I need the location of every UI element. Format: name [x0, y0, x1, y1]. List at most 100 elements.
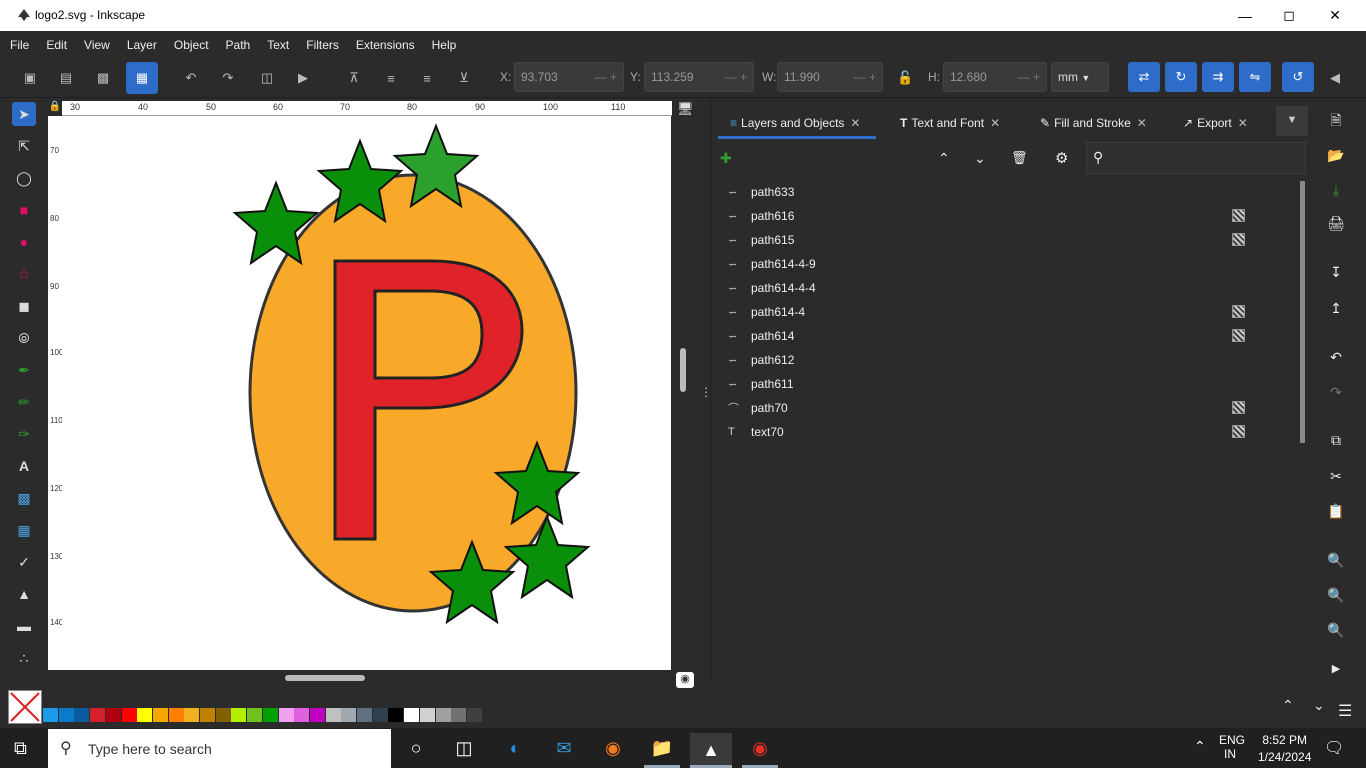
object-row[interactable]: Ttext70 [714, 420, 1304, 444]
cortana-icon[interactable]: ○ [398, 733, 434, 763]
color-swatch[interactable] [372, 708, 388, 722]
tabs-overflow-icon[interactable]: ▼ [1276, 106, 1308, 136]
menu-file[interactable]: File [10, 38, 29, 52]
scale-stroke-icon[interactable]: ⇄ [1128, 62, 1160, 92]
menu-path[interactable]: Path [226, 38, 251, 52]
redo-icon[interactable]: ↷ [1324, 380, 1348, 404]
tab-text-and-font[interactable]: T Text and Font ✕ [900, 110, 1000, 136]
transform-icon[interactable]: ↺ [1282, 62, 1314, 92]
no-paint-swatch[interactable] [8, 690, 42, 724]
y-field[interactable]: 113.259— + [644, 62, 754, 92]
commands-overflow-icon[interactable]: ▶ [1324, 656, 1348, 680]
palette-scroll-down-icon[interactable]: ⌄ [1313, 697, 1325, 714]
menu-text[interactable]: Text [267, 38, 289, 52]
language-indicator[interactable]: ENG IN [1219, 733, 1245, 761]
hidden-toggle-icon[interactable] [1232, 401, 1245, 414]
search-input[interactable]: ⚲ [1086, 142, 1306, 174]
toolbar-overflow-icon[interactable]: ◀ [1322, 66, 1348, 90]
color-swatch[interactable] [121, 708, 137, 722]
lower-to-bottom-icon[interactable]: ⊻ [451, 66, 477, 90]
copy-icon[interactable]: ⧉ [1324, 428, 1348, 452]
touch-select-icon[interactable]: ▦ [126, 62, 158, 94]
minimize-button[interactable]: — [1222, 0, 1268, 31]
object-row[interactable]: ∽ path616 [714, 204, 1304, 228]
move-gradients-icon[interactable]: ⇉ [1202, 62, 1234, 92]
print-icon[interactable]: 🖨 [1324, 211, 1348, 235]
objects-list-scrollbar[interactable] [1300, 181, 1305, 443]
notifications-icon[interactable]: 🗨 [1324, 738, 1344, 758]
color-swatch[interactable] [152, 708, 168, 722]
rotate-ccw-icon[interactable]: ↶ [178, 66, 204, 90]
lower-icon[interactable]: ≡ [414, 66, 440, 90]
color-swatch[interactable] [200, 708, 215, 722]
palette-menu-icon[interactable]: ☰ [1338, 701, 1352, 721]
rotate-cw-icon[interactable]: ↷ [215, 66, 241, 90]
object-row[interactable]: ∽ path614 [714, 324, 1304, 348]
menu-object[interactable]: Object [174, 38, 209, 52]
color-swatch[interactable] [90, 708, 106, 722]
undo-icon[interactable]: ↶ [1324, 345, 1348, 369]
spiral-tool-icon[interactable]: ⦾ [12, 326, 36, 350]
color-swatch[interactable] [58, 708, 74, 722]
file-explorer-icon[interactable]: 📁 [644, 733, 680, 763]
pencil-tool-icon[interactable]: ✏ [12, 390, 36, 414]
gradient-tool-icon[interactable]: ▩ [12, 486, 36, 510]
paint-bucket-tool-icon[interactable]: ▲ [12, 582, 36, 606]
move-up-icon[interactable]: ⌃ [938, 150, 950, 167]
close-tab-icon[interactable]: ✕ [850, 116, 860, 130]
select-all-layers-icon[interactable]: ▤ [53, 66, 79, 90]
object-row[interactable]: ∽ path614-4-9 [714, 252, 1304, 276]
tab-layers-and-objects[interactable]: ≡ Layers and Objects ✕ [730, 110, 860, 136]
color-swatch[interactable] [435, 708, 451, 722]
dropper-tool-icon[interactable]: ✓ [12, 550, 36, 574]
hidden-toggle-icon[interactable] [1232, 209, 1245, 222]
cut-icon[interactable]: ✂ [1324, 464, 1348, 488]
hidden-toggle-icon[interactable] [1232, 425, 1245, 438]
color-swatch[interactable] [43, 708, 58, 722]
mail-icon[interactable]: ✉ [546, 733, 582, 763]
color-swatch[interactable] [168, 708, 184, 722]
selector-tool-icon[interactable]: ➤ [12, 102, 36, 126]
object-row[interactable]: ∽ path612 [714, 348, 1304, 372]
flip-horizontal-icon[interactable]: ◫ [254, 66, 280, 90]
x-field[interactable]: 93.703— + [514, 62, 624, 92]
object-row[interactable]: ∽ path611 [714, 372, 1304, 396]
3d-box-tool-icon[interactable]: ◼ [12, 294, 36, 318]
scale-corners-icon[interactable]: ↻ [1165, 62, 1197, 92]
display-mode-icon[interactable]: 🖥 [677, 101, 694, 117]
menu-filters[interactable]: Filters [306, 38, 339, 52]
add-layer-icon[interactable]: ✚ [720, 150, 732, 167]
color-swatch[interactable] [451, 708, 467, 722]
object-row[interactable]: ∽ path614-4 [714, 300, 1304, 324]
color-management-icon[interactable]: ◉ [676, 672, 694, 688]
color-swatch[interactable] [357, 708, 372, 722]
pen-tool-icon[interactable]: ✒ [12, 358, 36, 382]
canvas-page[interactable] [62, 116, 671, 670]
save-icon[interactable]: ⤓ [1324, 178, 1348, 202]
menu-layer[interactable]: Layer [127, 38, 157, 52]
color-swatch[interactable] [105, 708, 121, 722]
chrome-icon[interactable]: ◉ [742, 733, 778, 763]
open-icon[interactable]: 📂 [1324, 143, 1348, 167]
color-swatch[interactable] [309, 708, 325, 722]
zoom-page-icon[interactable]: 🔍 [1324, 618, 1348, 642]
edge-icon[interactable]: ◐ [497, 733, 533, 763]
close-tab-icon[interactable]: ✕ [1238, 116, 1248, 130]
raise-to-top-icon[interactable]: ⊼ [341, 66, 367, 90]
close-button[interactable]: ✕ [1312, 0, 1358, 31]
mesh-tool-icon[interactable]: ▦ [12, 518, 36, 542]
color-swatch[interactable] [419, 708, 435, 722]
color-swatch[interactable] [404, 708, 420, 722]
lock-icon[interactable]: 🔓 [897, 70, 913, 86]
color-swatch[interactable] [294, 708, 310, 722]
color-swatch[interactable] [184, 708, 200, 722]
color-swatch[interactable] [278, 708, 294, 722]
tray-chevron-icon[interactable]: ⌃ [1194, 738, 1206, 755]
raise-icon[interactable]: ≡ [378, 66, 404, 90]
zoom-drawing-icon[interactable]: 🔍 [1324, 583, 1348, 607]
zoom-selection-icon[interactable]: 🔍 [1324, 548, 1348, 572]
new-document-icon[interactable]: 🗎 [1324, 110, 1348, 134]
move-down-icon[interactable]: ⌄ [974, 150, 986, 167]
close-tab-icon[interactable]: ✕ [1137, 116, 1147, 130]
object-row[interactable]: ⌒ path70 [714, 396, 1304, 420]
